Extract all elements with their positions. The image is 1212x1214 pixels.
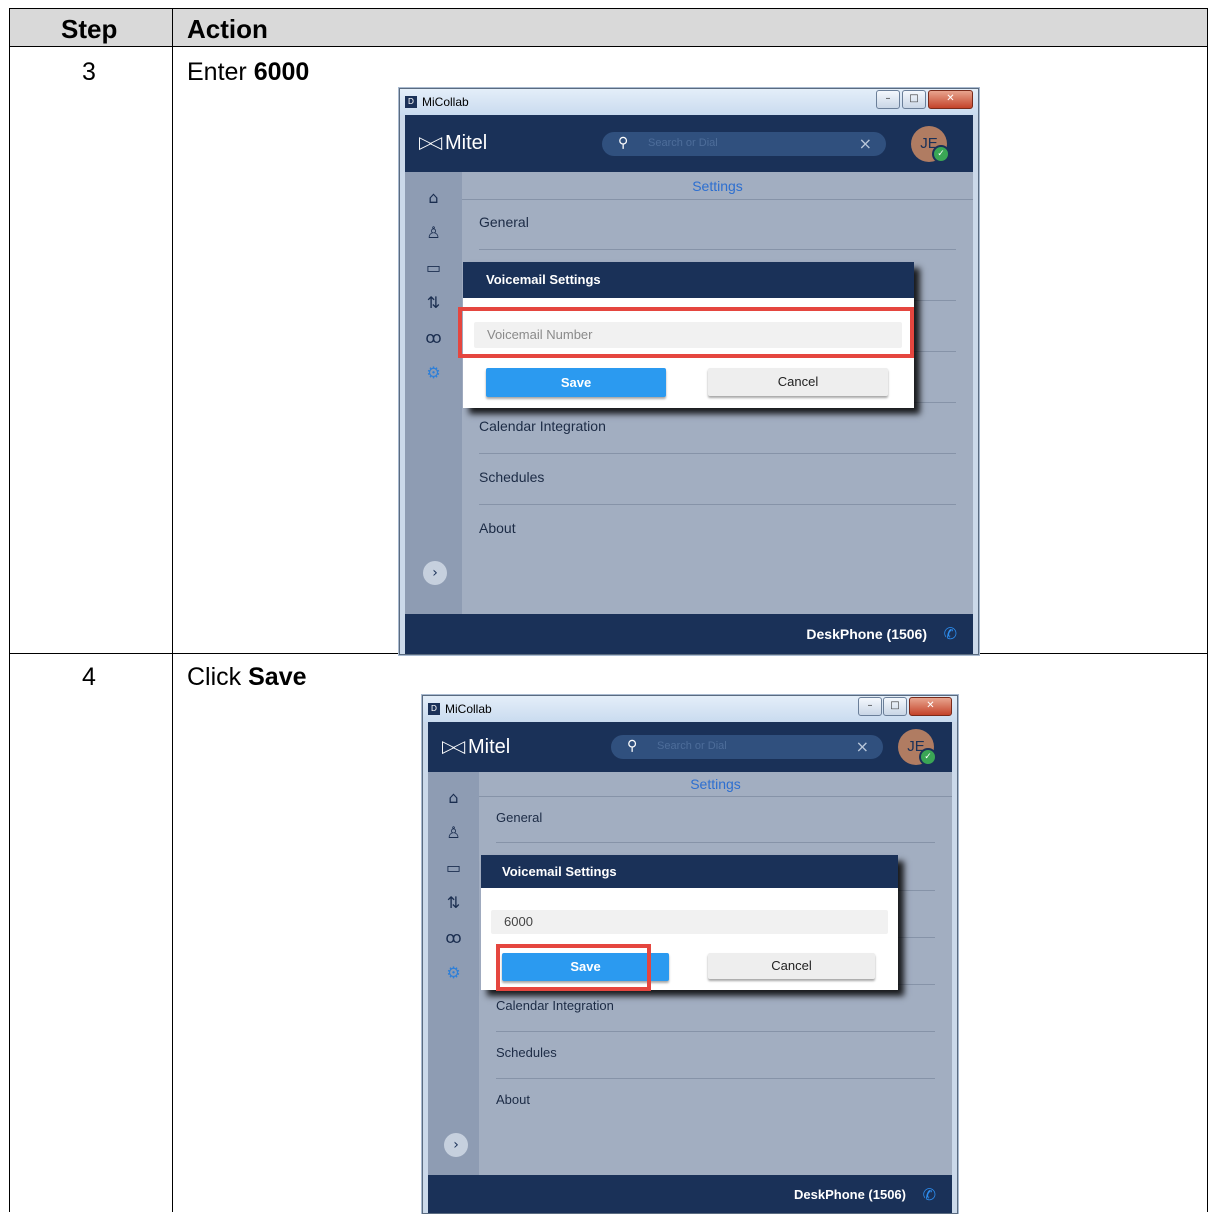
status-bar: DeskPhone (1506) ✆ xyxy=(428,1175,952,1213)
highlight-box xyxy=(458,307,914,358)
settings-item-schedules[interactable]: Schedules xyxy=(479,469,544,485)
call-history-icon[interactable]: ⇅ xyxy=(405,293,462,312)
chat-icon[interactable]: ▭ xyxy=(405,258,462,277)
window-title: MiCollab xyxy=(445,702,492,716)
app-header: ▷◁ Mitel ⚲ Search or Dial × JE ✓ xyxy=(405,115,973,172)
table-border-right xyxy=(1207,8,1208,1212)
action-verb: Click xyxy=(187,663,242,691)
home-icon[interactable]: ⌂ xyxy=(405,188,462,207)
maximize-button[interactable]: □ xyxy=(883,697,907,716)
search-icon: ⚲ xyxy=(618,135,629,151)
settings-gear-icon[interactable]: ⚙ xyxy=(405,363,462,382)
page-title: Settings xyxy=(692,178,743,194)
contacts-icon[interactable]: ♙ xyxy=(428,823,479,842)
settings-gear-icon[interactable]: ⚙ xyxy=(428,963,479,982)
minimize-button[interactable]: – xyxy=(876,90,900,109)
clear-search-icon[interactable]: × xyxy=(859,134,872,153)
voicemail-number-field[interactable]: 6000 xyxy=(491,910,888,934)
dialog-title: Voicemail Settings xyxy=(502,864,617,879)
micollab-logo-icon: D xyxy=(428,703,440,715)
device-label[interactable]: DeskPhone (1506) xyxy=(794,1187,906,1202)
presence-check-icon: ✓ xyxy=(932,145,950,163)
expand-chevron-icon[interactable]: › xyxy=(444,1133,468,1157)
window-title: MiCollab xyxy=(422,95,469,109)
voicemail-icon[interactable]: ꝏ xyxy=(428,928,479,947)
step-number: 4 xyxy=(82,663,96,691)
action-verb: Enter xyxy=(187,58,247,86)
close-button[interactable]: ✕ xyxy=(928,90,973,109)
expand-chevron-icon[interactable]: › xyxy=(423,561,447,585)
step-number: 3 xyxy=(82,58,96,86)
device-label[interactable]: DeskPhone (1506) xyxy=(806,626,927,642)
micollab-window: D MiCollab – □ ✕ ▷◁ Mitel ⚲ Search or Di… xyxy=(399,88,979,655)
window-titlebar: D MiCollab – □ ✕ xyxy=(423,696,957,722)
search-icon: ⚲ xyxy=(627,738,638,754)
micollab-window: D MiCollab – □ ✕ ▷◁ Mitel ⚲ Search or Di… xyxy=(422,695,958,1214)
cancel-button[interactable]: Cancel xyxy=(708,368,888,396)
action-target: Save xyxy=(248,663,307,691)
maximize-button[interactable]: □ xyxy=(902,90,926,109)
mitel-logo-icon: ▷◁ xyxy=(419,133,442,153)
avatar[interactable]: JE ✓ xyxy=(911,126,950,163)
cancel-button[interactable]: Cancel xyxy=(708,953,875,979)
divider xyxy=(496,1078,935,1079)
divider xyxy=(496,842,935,843)
dialog-header: Voicemail Settings xyxy=(481,855,898,888)
settings-item-about[interactable]: About xyxy=(496,1092,530,1107)
window-titlebar: D MiCollab – □ ✕ xyxy=(400,89,978,115)
search-placeholder: Search or Dial xyxy=(657,740,727,752)
close-button[interactable]: ✕ xyxy=(909,697,952,716)
brand-name: Mitel xyxy=(468,736,511,758)
clear-search-icon[interactable]: × xyxy=(856,737,869,756)
dialog-header: Voicemail Settings xyxy=(463,262,914,298)
highlight-box xyxy=(496,944,651,991)
table-border-top xyxy=(9,8,1208,9)
sidebar-nav: ⌂ ♙ ▭ ⇅ ꝏ ⚙ › xyxy=(405,172,462,614)
divider xyxy=(462,199,973,200)
table-border-left xyxy=(9,8,10,1212)
presence-check-icon: ✓ xyxy=(919,748,937,766)
divider xyxy=(496,1031,935,1032)
settings-item-calendar[interactable]: Calendar Integration xyxy=(496,998,614,1013)
action-text: Enter 6000 xyxy=(187,58,309,87)
dialog-title: Voicemail Settings xyxy=(486,272,601,287)
chat-icon[interactable]: ▭ xyxy=(428,858,479,877)
phone-icon[interactable]: ✆ xyxy=(944,624,957,643)
table-border-header xyxy=(9,46,1208,47)
divider xyxy=(479,504,956,505)
micollab-logo-icon: D xyxy=(405,96,417,108)
settings-item-general[interactable]: General xyxy=(479,214,529,230)
divider xyxy=(479,453,956,454)
voicemail-icon[interactable]: ꝏ xyxy=(405,328,462,347)
minimize-button[interactable]: – xyxy=(858,697,882,716)
settings-item-schedules[interactable]: Schedules xyxy=(496,1045,557,1060)
settings-item-general[interactable]: General xyxy=(496,810,542,825)
mitel-logo-icon: ▷◁ xyxy=(442,737,465,757)
app-header: ▷◁ Mitel ⚲ Search or Dial × JE ✓ xyxy=(428,722,952,772)
action-text: Click Save xyxy=(187,663,307,692)
status-bar: DeskPhone (1506) ✆ xyxy=(405,614,973,654)
sidebar-nav: ⌂ ♙ ▭ ⇅ ꝏ ⚙ › xyxy=(428,772,479,1175)
page-title: Settings xyxy=(690,776,741,792)
header-step: Step xyxy=(61,14,118,44)
divider xyxy=(479,249,956,250)
home-icon[interactable]: ⌂ xyxy=(428,788,479,807)
action-target: 6000 xyxy=(253,58,310,86)
divider xyxy=(479,796,952,797)
call-history-icon[interactable]: ⇅ xyxy=(428,893,479,912)
settings-item-about[interactable]: About xyxy=(479,520,516,536)
brand-name: Mitel xyxy=(445,132,488,154)
save-button[interactable]: Save xyxy=(486,368,666,397)
header-action: Action xyxy=(187,14,268,44)
table-border-mid xyxy=(172,8,173,1212)
avatar[interactable]: JE ✓ xyxy=(898,729,937,766)
search-input[interactable]: ⚲ Search or Dial × xyxy=(611,735,883,759)
search-input[interactable]: ⚲ Search or Dial × xyxy=(602,132,886,156)
phone-icon[interactable]: ✆ xyxy=(923,1185,936,1204)
settings-item-calendar[interactable]: Calendar Integration xyxy=(479,418,606,434)
search-placeholder: Search or Dial xyxy=(648,137,718,149)
contacts-icon[interactable]: ♙ xyxy=(405,223,462,242)
